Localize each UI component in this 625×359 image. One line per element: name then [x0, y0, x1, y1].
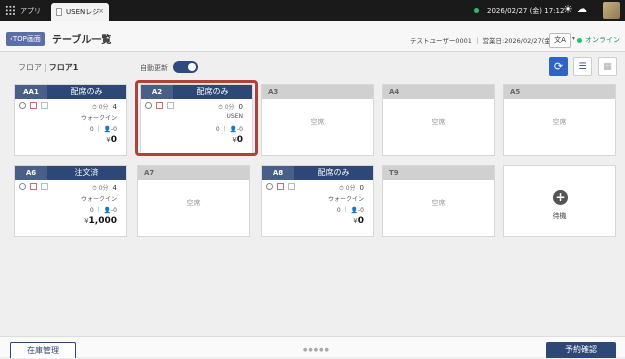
- vacant-label: 空席: [431, 118, 446, 126]
- table-card-header: T9: [383, 166, 494, 180]
- floor-root-link[interactable]: フロア: [18, 63, 42, 72]
- memo-icon: [41, 102, 48, 109]
- table-card[interactable]: A5 空席: [503, 84, 616, 156]
- user-info: テストユーザー0001 ｜ 営業日:2026/02/27(金): [410, 37, 554, 45]
- table-card[interactable]: A7 空席: [137, 165, 250, 237]
- refresh-icon[interactable]: ⟳: [549, 57, 568, 76]
- table-status: 配席のみ: [317, 168, 350, 177]
- guest-count: 0 ｜ 👤-0: [89, 126, 117, 133]
- vacant-label: 空席: [310, 118, 325, 126]
- waiting-label: 待機: [552, 212, 567, 220]
- elapsed-time: ⏱ 0分 4: [92, 103, 117, 111]
- vacant-label: 空席: [552, 118, 567, 126]
- tableware-icon: [19, 183, 26, 190]
- table-card[interactable]: A4 空席: [382, 84, 495, 156]
- table-name: AA1: [15, 85, 47, 99]
- tableware-icon: [19, 102, 26, 109]
- cloud-icon: ☁: [577, 4, 587, 15]
- browser-tabbar: アプリ USENレジ × 2026/02/27 (金) 17:12 ☀ ☁: [0, 0, 625, 21]
- receipt-icon: [30, 102, 37, 109]
- table-amount: ¥0: [353, 216, 364, 226]
- language-button[interactable]: 文A: [549, 33, 571, 48]
- auto-update-label: 自動更新: [140, 64, 168, 72]
- table-name: A3: [268, 88, 279, 96]
- table-amount: ¥1,000: [84, 216, 117, 226]
- walkin-label: ウォークイン: [327, 196, 364, 203]
- receipt-icon: [30, 183, 37, 190]
- memo-icon: [41, 183, 48, 190]
- memo-icon: [288, 183, 295, 190]
- table-card[interactable]: T9 空席: [382, 165, 495, 237]
- list-view-icon[interactable]: ☰: [573, 57, 592, 76]
- tab-title: USENレジ: [66, 8, 100, 16]
- selected-table-highlight: [135, 80, 258, 156]
- walkin-label: ウォークイン: [80, 196, 117, 203]
- vacant-label: 空席: [431, 199, 446, 207]
- breadcrumb-separator: |: [44, 63, 47, 72]
- plus-icon: +: [553, 190, 568, 205]
- guest-count: 0 ｜ 👤-0: [336, 207, 364, 214]
- avatar[interactable]: [603, 2, 620, 19]
- vacant-label: 空席: [186, 199, 201, 207]
- table-card-header: A5: [504, 85, 615, 99]
- table-card[interactable]: A6 注文済 ⏱ 0分 4 ウォークイン 0 ｜ 👤-0 ¥1,000: [14, 165, 127, 237]
- table-card[interactable]: AA1 配席のみ ⏱ 0分 4 ウォークイン 0 ｜ 👤-0 ¥0: [14, 84, 127, 156]
- toggle-knob: [188, 63, 196, 71]
- grid-view-icon[interactable]: ▦: [598, 57, 617, 76]
- table-status: 配席のみ: [70, 87, 103, 96]
- table-card-header: A6 注文済: [15, 166, 126, 180]
- table-name: T9: [389, 169, 399, 177]
- elapsed-time: ⏱ 0分 0: [339, 184, 364, 192]
- guest-count: 0 ｜ 👤-0: [89, 207, 117, 214]
- table-card[interactable]: A3 空席: [261, 84, 374, 156]
- table-card-header: A4: [383, 85, 494, 99]
- sun-icon: ☀: [563, 3, 573, 16]
- page-icon: [56, 8, 62, 16]
- page-title: テーブル一覧: [52, 35, 112, 46]
- table-name: A4: [389, 88, 400, 96]
- top-screen-button[interactable]: ‹TOP画面: [6, 32, 45, 46]
- table-name: A8: [262, 166, 294, 180]
- chevron-down-icon[interactable]: ▾: [572, 35, 575, 42]
- floor-current: フロア1: [48, 63, 79, 72]
- online-dot-icon: [577, 38, 582, 43]
- table-card[interactable]: A8 配席のみ ⏱ 0分 0 ウォークイン 0 ｜ 👤-0 ¥0: [261, 165, 374, 237]
- apps-label[interactable]: アプリ: [20, 6, 41, 16]
- table-amount: ¥0: [106, 135, 117, 145]
- table-card-header: A7: [138, 166, 249, 180]
- receipt-icon: [277, 183, 284, 190]
- table-card-header: A8 配席のみ: [262, 166, 373, 180]
- status-dot-icon: [474, 8, 479, 13]
- auto-update-toggle[interactable]: [173, 61, 198, 73]
- elapsed-time: ⏱ 0分 4: [92, 184, 117, 192]
- tab-close-icon[interactable]: ×: [98, 7, 104, 15]
- footer-bar: 在庫管理 ●●●●● 予約確認: [0, 336, 625, 358]
- table-name: A6: [15, 166, 47, 180]
- tableware-icon: [266, 183, 273, 190]
- browser-tab[interactable]: USENレジ ×: [51, 3, 109, 21]
- table-status: 注文済: [74, 168, 99, 177]
- walkin-label: ウォークイン: [80, 115, 117, 122]
- breadcrumb: フロア | フロア1: [18, 62, 78, 73]
- table-name: A7: [144, 169, 155, 177]
- top-screen-label: TOP画面: [12, 35, 41, 43]
- datetime: 2026/02/27 (金) 17:12: [487, 7, 565, 15]
- page-indicator: ●●●●●: [303, 347, 330, 353]
- apps-grid-icon[interactable]: [5, 5, 16, 16]
- add-waiting-card[interactable]: + 待機: [503, 165, 616, 237]
- table-name: A5: [510, 88, 521, 96]
- table-card-header: AA1 配席のみ: [15, 85, 126, 99]
- app-header: ‹TOP画面 テーブル一覧 テストユーザー0001 ｜ 営業日:2026/02/…: [0, 21, 625, 52]
- online-status: オンライン: [585, 36, 620, 44]
- table-card-header: A3: [262, 85, 373, 99]
